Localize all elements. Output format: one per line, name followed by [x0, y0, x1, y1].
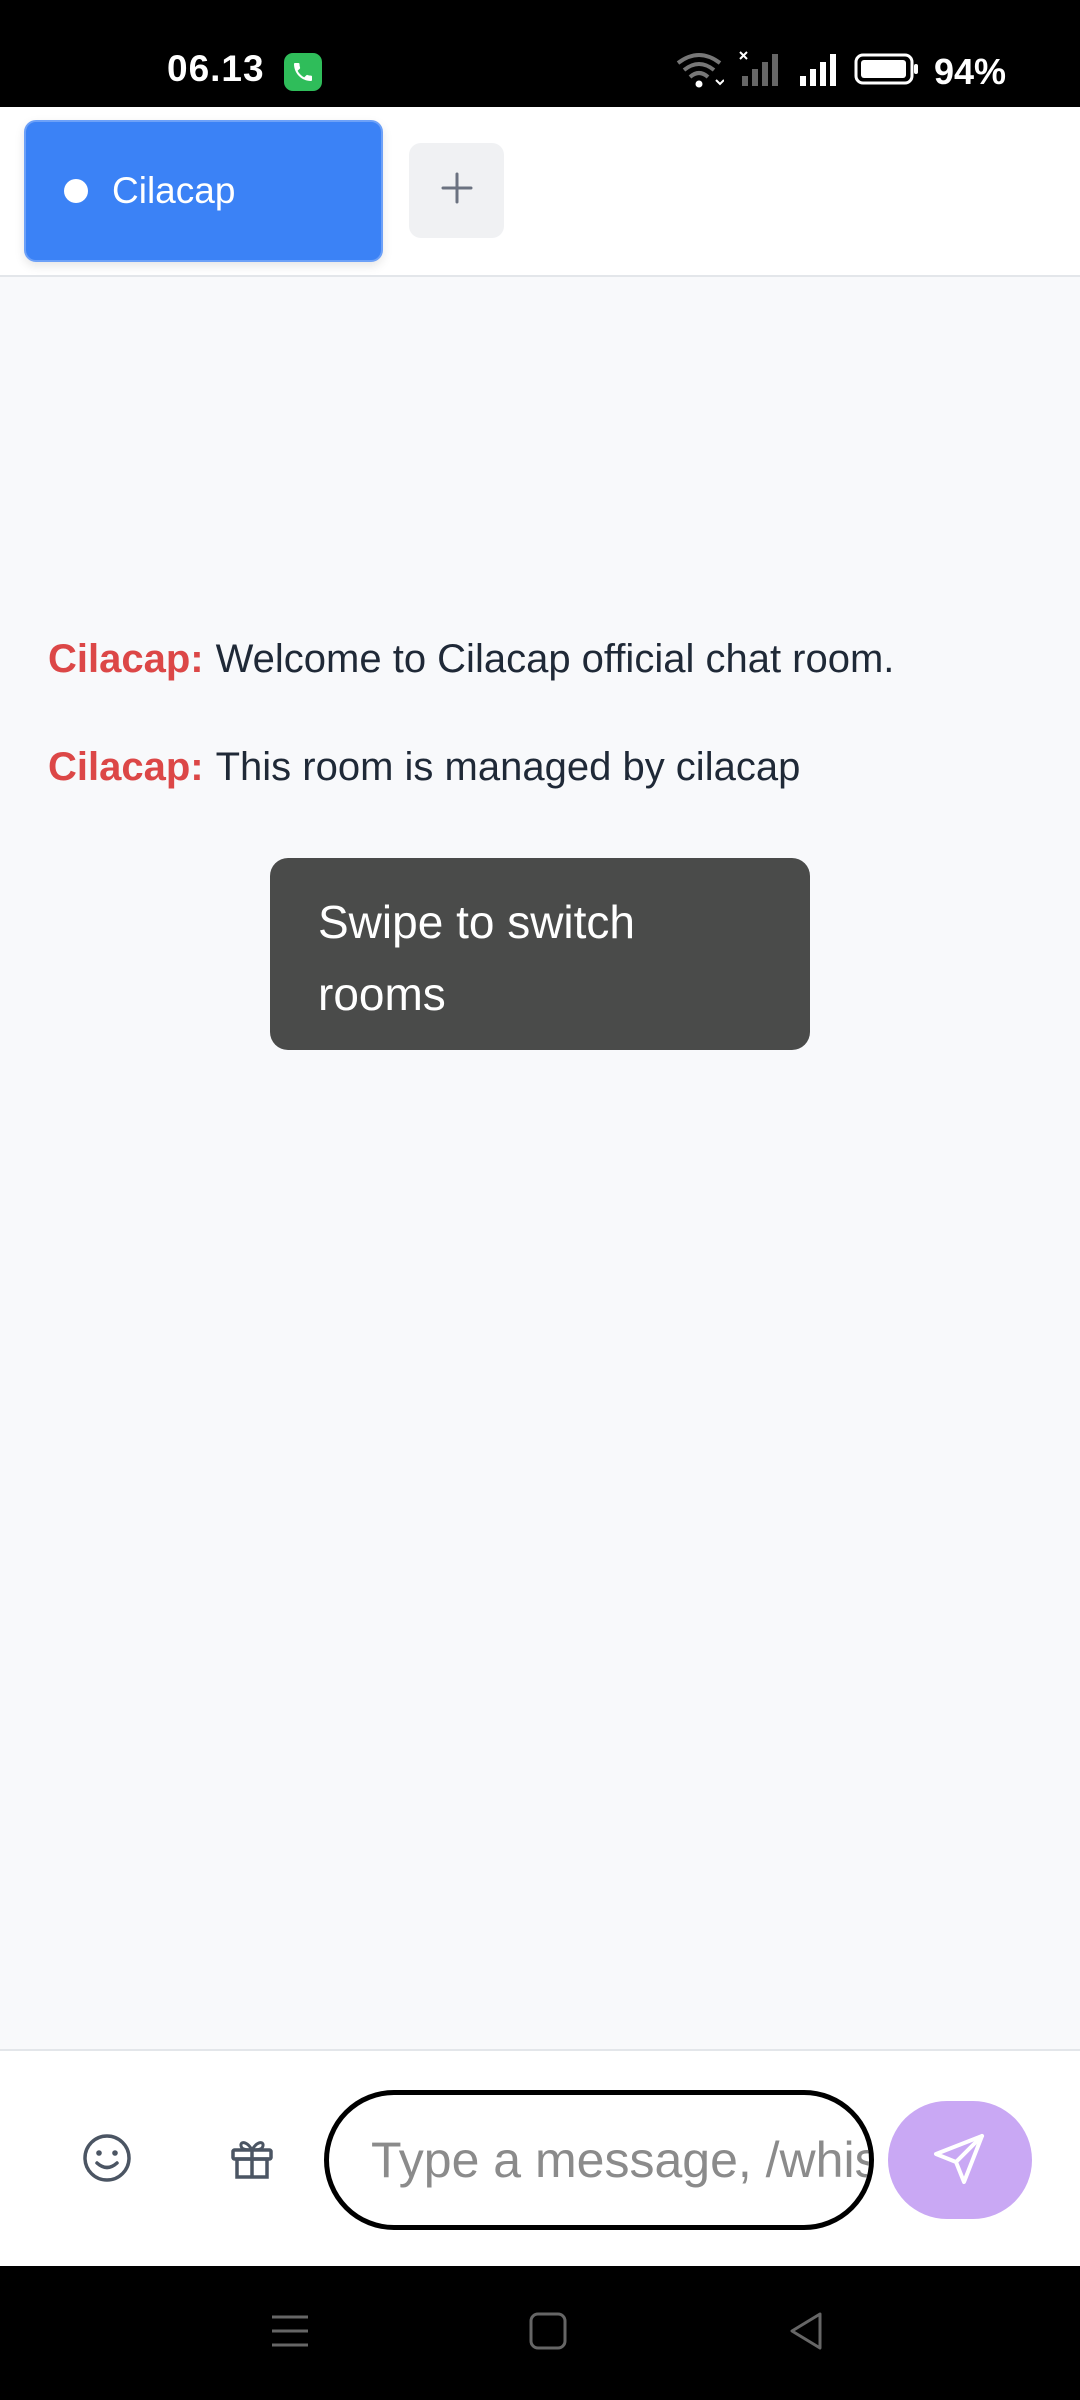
swipe-hint-toast: Swipe to switch rooms	[270, 858, 810, 1050]
signal-no-sim-icon	[738, 50, 782, 93]
message-sender: Cilacap:	[48, 637, 204, 681]
menu-icon	[268, 2309, 312, 2358]
chat-message: Cilacap: This room is managed by cilacap	[48, 745, 800, 790]
message-text: Welcome to Cilacap official chat room.	[215, 637, 895, 681]
phone-call-icon	[284, 53, 322, 91]
recent-apps-button[interactable]	[258, 2301, 322, 2365]
emoji-icon	[81, 2132, 133, 2189]
toast-text: Swipe to switch rooms	[318, 896, 636, 1020]
status-time: 06.13	[167, 48, 265, 89]
home-button[interactable]	[516, 2301, 580, 2365]
gift-icon	[229, 2135, 275, 2186]
plus-icon	[440, 171, 474, 210]
room-tab-bar: Cilacap	[0, 107, 1080, 277]
signal-icon	[796, 50, 840, 93]
status-icons: 94%	[674, 50, 1006, 93]
message-input[interactable]	[371, 2131, 869, 2189]
room-tab-label: Cilacap	[112, 170, 236, 211]
chat-message: Cilacap: Welcome to Cilacap official chat…	[48, 637, 894, 682]
send-button[interactable]	[888, 2101, 1032, 2219]
send-icon	[932, 2130, 988, 2191]
message-input-bar	[0, 2049, 1080, 2266]
message-input-container	[324, 2090, 874, 2230]
message-sender: Cilacap:	[48, 745, 204, 789]
status-bar: 06.13 94%	[0, 0, 1080, 107]
message-text: This room is managed by cilacap	[215, 745, 801, 789]
tab-room-cilacap[interactable]: Cilacap	[24, 120, 383, 262]
message-list[interactable]: Cilacap: Welcome to Cilacap official chat…	[0, 279, 1080, 2049]
wifi-icon	[674, 50, 725, 93]
emoji-button[interactable]	[67, 2120, 147, 2200]
add-room-button[interactable]	[409, 143, 504, 238]
home-square-icon	[526, 2309, 570, 2358]
room-status-dot	[64, 179, 88, 203]
battery-icon	[854, 52, 920, 91]
back-button[interactable]	[774, 2301, 838, 2365]
back-triangle-icon	[784, 2309, 828, 2358]
gift-button[interactable]	[212, 2120, 292, 2200]
battery-percentage: 94%	[933, 50, 1006, 92]
system-nav-bar	[0, 2266, 1080, 2400]
